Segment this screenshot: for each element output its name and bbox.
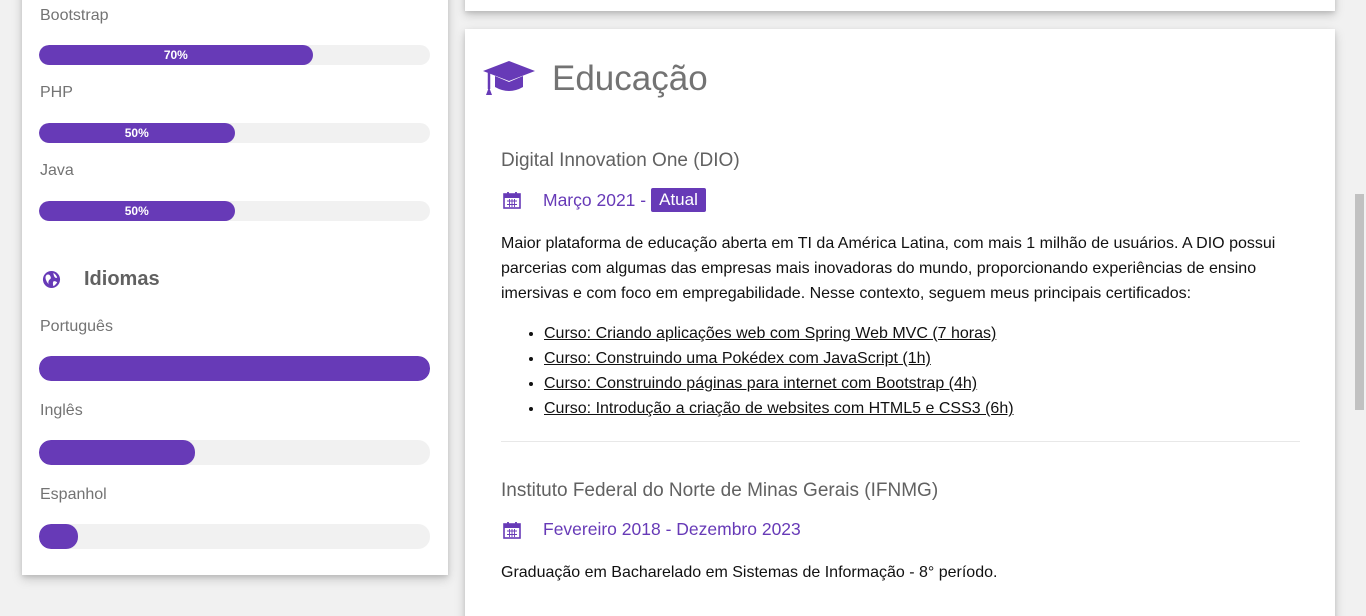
globe-icon <box>42 270 61 289</box>
calendar-icon <box>503 192 521 209</box>
skill-bar-php: 50% <box>39 123 430 143</box>
skill-bar-fill: 50% <box>39 201 235 221</box>
entry-date-text: Fevereiro 2018 - Dezembro 2023 <box>543 519 801 539</box>
education-header: Educação <box>482 59 708 99</box>
course-list: Curso: Criando aplicações web com Spring… <box>544 321 1014 421</box>
entry-description: Maior plataforma de educação aberta em T… <box>501 235 1276 302</box>
list-item: Curso: Construindo uma Pokédex com JavaS… <box>544 346 1014 371</box>
list-item: Curso: Construindo páginas para internet… <box>544 371 1014 396</box>
entry-date: Março 2021 - Atual <box>503 188 706 212</box>
divider <box>501 441 1300 442</box>
language-bar-english <box>39 440 430 465</box>
education-card: Educação Digital Innovation One (DIO) Ma… <box>465 29 1335 616</box>
language-label-spanish: Espanhol <box>40 486 107 503</box>
entry-description: Graduação em Bacharelado em Sistemas de … <box>501 564 998 581</box>
course-link[interactable]: Curso: Construindo uma Pokédex com JavaS… <box>544 350 931 367</box>
course-link[interactable]: Curso: Introdução a criação de websites … <box>544 400 1014 417</box>
education-title: Educação <box>552 59 708 98</box>
skill-label-java: Java <box>40 162 74 179</box>
skill-label-php: PHP <box>40 84 73 101</box>
list-item: Curso: Criando aplicações web com Spring… <box>544 321 1014 346</box>
language-bar-fill <box>39 524 79 549</box>
language-bar-spanish <box>39 524 430 549</box>
entry-institution: Instituto Federal do Norte de Minas Gera… <box>501 480 939 501</box>
scrollbar-thumb[interactable] <box>1355 194 1364 410</box>
course-link[interactable]: Curso: Construindo páginas para internet… <box>544 375 977 392</box>
skill-bar-java: 50% <box>39 201 430 221</box>
course-link[interactable]: Curso: Criando aplicações web com Spring… <box>544 325 996 342</box>
language-bar-fill <box>39 440 196 465</box>
skill-bar-bootstrap: 70% <box>39 45 430 65</box>
languages-title: Idiomas <box>84 268 160 290</box>
language-bar-fill <box>39 356 430 381</box>
graduation-cap-icon <box>483 61 535 95</box>
languages-section-title: Idiomas <box>42 268 160 291</box>
entry-institution: Digital Innovation One (DIO) <box>501 150 740 171</box>
language-label-portuguese: Português <box>40 318 113 335</box>
skill-bar-fill: 70% <box>39 45 313 65</box>
list-item: Curso: Introdução a criação de websites … <box>544 396 1014 421</box>
language-bar-portuguese <box>39 356 430 381</box>
previous-section-card <box>465 0 1335 11</box>
calendar-icon <box>503 521 521 539</box>
language-label-english: Inglês <box>40 402 83 419</box>
skill-bar-fill: 50% <box>39 123 235 143</box>
current-badge: Atual <box>651 188 706 212</box>
entry-date-text: Março 2021 - <box>543 189 647 210</box>
skills-card: Bootstrap 70% PHP 50% Java 50% Idiomas P… <box>22 0 448 575</box>
skill-label-bootstrap: Bootstrap <box>40 7 109 24</box>
entry-date: Fevereiro 2018 - Dezembro 2023 <box>503 519 801 540</box>
